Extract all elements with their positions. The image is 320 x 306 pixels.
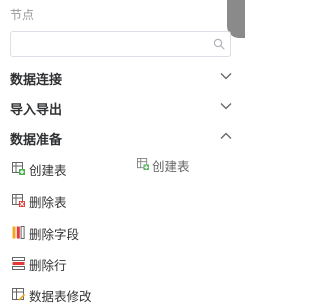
section-data-connection[interactable]: 数据连接 [10,68,235,88]
section-import-export[interactable]: 导入导出 [10,98,235,118]
delete-row-icon [12,257,25,270]
panel-title: 节点 [10,8,35,22]
node-item-label: 创建表 [29,163,67,178]
node-item-modify-table[interactable]: 数据表修改 [12,286,122,304]
delete-table-icon [12,194,25,207]
node-item-label: 删除行 [29,258,67,273]
node-panel: 节点 数据连接 导入导出 数据准备 创建表 删除表 删除字段 删除行 数据表修改… [0,0,245,306]
drag-ghost-label: 创建表 [152,159,190,174]
drag-ghost-create-table: 创建表 [137,156,217,174]
section-label: 数据准备 [10,133,63,148]
section-data-preparation[interactable]: 数据准备 [10,128,235,148]
section-label: 导入导出 [10,103,63,118]
create-table-icon [137,158,149,170]
node-item-delete-field[interactable]: 删除字段 [12,224,122,242]
create-table-icon [12,162,25,175]
section-label: 数据连接 [10,73,63,88]
node-item-label: 删除字段 [29,227,80,242]
modify-table-icon [12,288,25,301]
node-item-label: 删除表 [29,195,67,210]
search-icon[interactable] [213,38,225,50]
node-item-label: 数据表修改 [29,289,92,304]
chevron-down-icon [220,103,232,110]
node-item-create-table[interactable]: 创建表 [12,160,122,178]
chevron-up-icon [220,132,232,139]
chevron-down-icon [220,73,232,80]
search-input[interactable] [17,33,212,55]
node-item-delete-table[interactable]: 删除表 [12,192,122,210]
node-item-delete-row[interactable]: 删除行 [12,255,122,273]
search-box[interactable] [10,31,231,57]
delete-field-icon [12,226,25,239]
